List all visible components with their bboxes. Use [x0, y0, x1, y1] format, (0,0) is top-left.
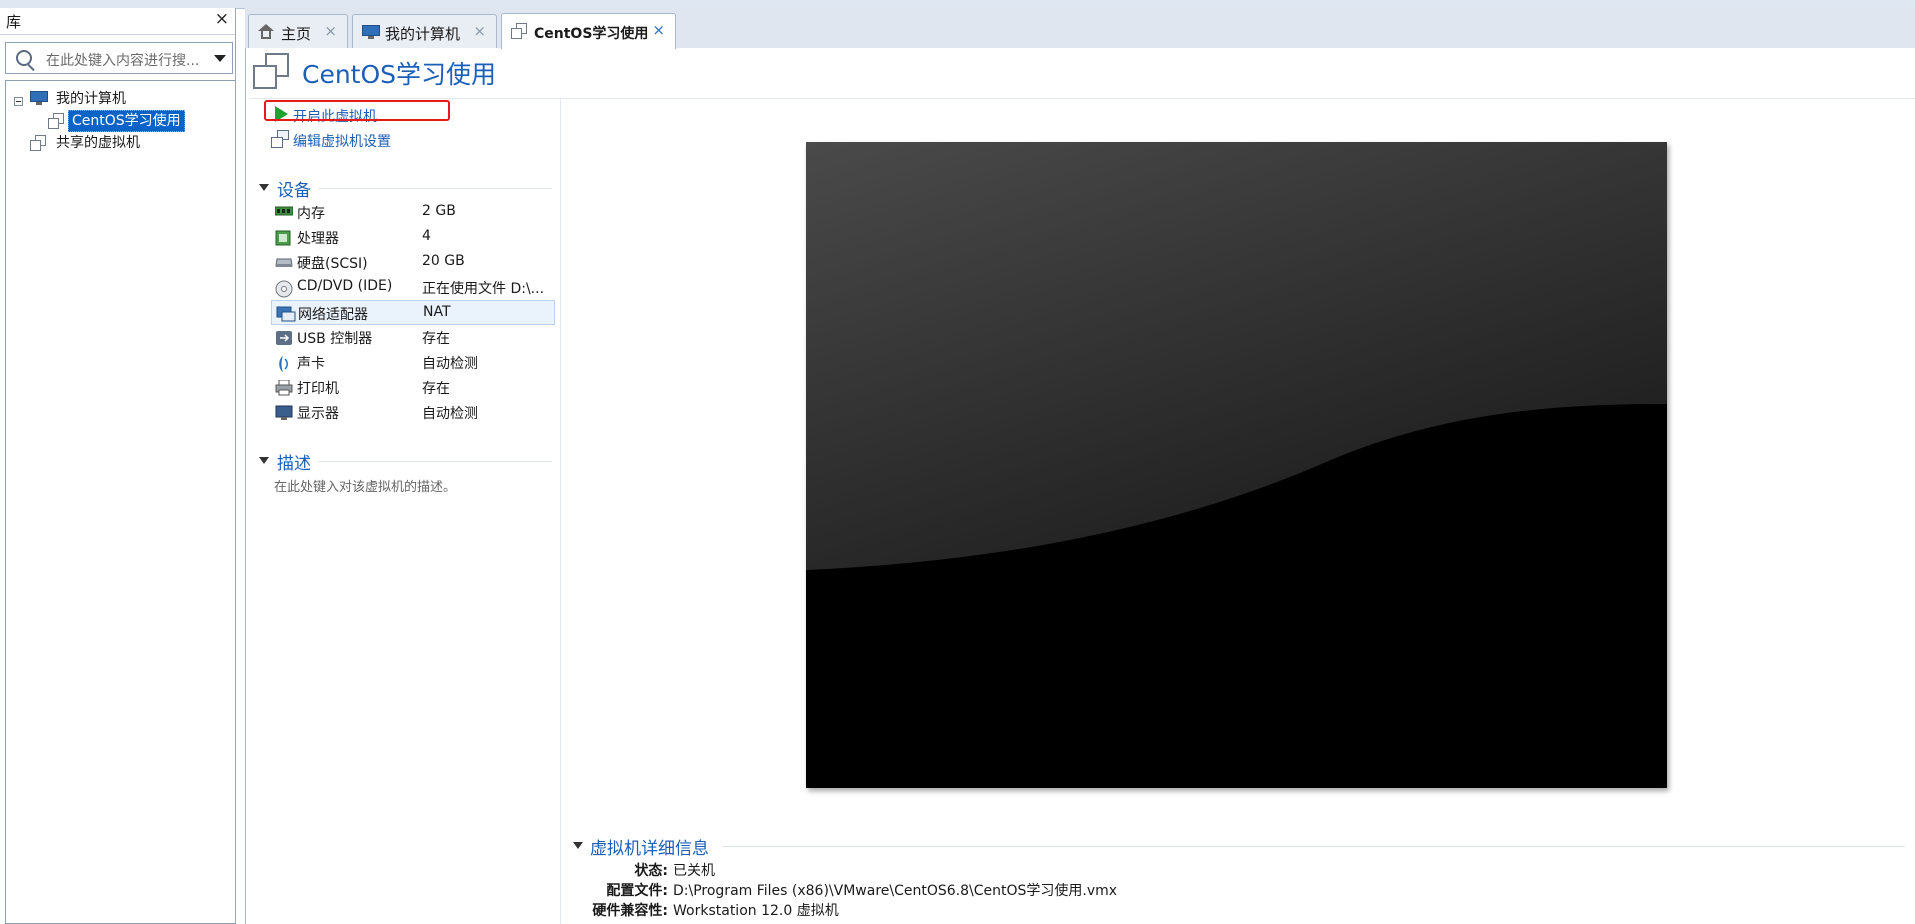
- tab-centos[interactable]: CentOS学习使用 ×: [501, 13, 676, 49]
- device-row-usb[interactable]: USB 控制器 存在: [271, 325, 555, 350]
- device-name: CD/DVD (IDE): [297, 278, 393, 294]
- description-placeholder[interactable]: 在此处键入对该虚拟机的描述。: [274, 476, 456, 495]
- tab-my-computer[interactable]: 我的计算机 ×: [352, 14, 497, 48]
- device-value: 正在使用文件 D:\...: [422, 281, 545, 297]
- edit-settings-icon: [271, 130, 289, 148]
- memory-icon: [274, 205, 294, 219]
- device-name: 内存: [297, 206, 325, 222]
- printer-icon: [275, 379, 293, 396]
- cdrom-icon: [275, 280, 293, 298]
- tree-label-my-computer: 我的计算机: [56, 91, 126, 107]
- tab-bar: 主页 × 我的计算机 × CentOS学习使用 ×: [245, 8, 1915, 49]
- device-row-display[interactable]: 显示器 自动检测: [271, 400, 555, 425]
- device-value: 自动检测: [422, 406, 478, 422]
- device-row-memory[interactable]: 内存 2 GB: [271, 200, 555, 225]
- library-search-placeholder: 在此处键入内容进行搜...: [46, 53, 200, 69]
- details-section-line: [722, 846, 1905, 847]
- device-value: NAT: [423, 304, 451, 320]
- device-value: 4: [422, 228, 431, 244]
- device-row-printer[interactable]: 打印机 存在: [271, 375, 555, 400]
- library-title: 库: [6, 13, 22, 31]
- tab-my-computer-label: 我的计算机: [385, 25, 461, 43]
- description-collapse-icon[interactable]: [259, 457, 269, 464]
- device-row-sound[interactable]: 声卡 自动检测: [271, 350, 555, 375]
- device-value: 20 GB: [422, 253, 465, 269]
- library-panel: 库 × 在此处键入内容进行搜... 我的计算机 CentOS学习使用 共享的虚拟…: [0, 8, 236, 924]
- detail-value-state: 已关机: [673, 863, 715, 879]
- page-title: CentOS学习使用: [302, 60, 497, 89]
- device-name: 声卡: [297, 356, 325, 372]
- usb-icon: [275, 330, 292, 345]
- description-section-line: [318, 461, 552, 462]
- sound-icon: [275, 355, 291, 372]
- processor-icon: [275, 230, 291, 246]
- tree-item-my-computer[interactable]: 我的计算机: [6, 89, 226, 109]
- description-section-title[interactable]: 描述: [277, 449, 311, 474]
- home-icon: [258, 24, 274, 39]
- network-icon: [276, 306, 296, 322]
- device-name: USB 控制器: [297, 331, 373, 347]
- search-icon: [16, 50, 32, 66]
- tree-item-shared-vms[interactable]: 共享的虚拟机: [6, 133, 226, 153]
- details-collapse-icon[interactable]: [573, 842, 583, 849]
- vm-icon: [48, 113, 64, 129]
- library-close-icon[interactable]: ×: [215, 9, 229, 29]
- device-name: 处理器: [297, 231, 339, 247]
- devices-collapse-icon[interactable]: [259, 184, 269, 191]
- column-divider: [560, 99, 561, 924]
- shared-vm-icon: [30, 135, 46, 151]
- device-name: 显示器: [297, 406, 339, 422]
- tab-home-label: 主页: [281, 25, 312, 43]
- detail-label-config: 配置文件:: [606, 883, 668, 899]
- vm-preview-screen[interactable]: [806, 142, 1667, 788]
- annotation-highlight-box: [264, 100, 450, 121]
- detail-label-state: 状态:: [634, 863, 668, 879]
- device-name: 打印机: [297, 381, 339, 397]
- device-name: 硬盘(SCSI): [297, 256, 368, 272]
- library-tree: 我的计算机 CentOS学习使用 共享的虚拟机: [5, 80, 235, 924]
- display-icon: [275, 405, 293, 420]
- tab-centos-close-icon[interactable]: ×: [652, 21, 665, 39]
- device-row-cdrom[interactable]: CD/DVD (IDE) 正在使用文件 D:\...: [271, 275, 555, 300]
- device-value: 自动检测: [422, 356, 478, 372]
- device-value: 2 GB: [422, 203, 456, 219]
- device-row-network[interactable]: 网络适配器 NAT: [271, 300, 555, 325]
- harddisk-icon: [275, 255, 293, 269]
- detail-value-compat: Workstation 12.0 虚拟机: [673, 903, 839, 919]
- detail-value-config: D:\Program Files (x86)\VMware\CentOS6.8\…: [673, 883, 1118, 899]
- library-header: 库 ×: [0, 8, 235, 35]
- header-divider: [250, 98, 1915, 99]
- detail-label-compat: 硬件兼容性:: [592, 903, 668, 919]
- library-search-input[interactable]: 在此处键入内容进行搜...: [5, 42, 233, 74]
- tab-home[interactable]: 主页 ×: [248, 14, 348, 48]
- tree-collapse-icon[interactable]: [14, 97, 23, 106]
- vm-large-icon: [253, 53, 291, 91]
- devices-section-title[interactable]: 设备: [277, 176, 311, 201]
- tab-home-close-icon[interactable]: ×: [324, 22, 337, 40]
- vm-icon: [511, 23, 527, 39]
- search-dropdown-icon[interactable]: [214, 55, 226, 62]
- devices-section-line: [318, 188, 552, 189]
- edit-settings-link[interactable]: 编辑虚拟机设置: [293, 131, 391, 151]
- device-name: 网络适配器: [298, 307, 368, 323]
- device-row-harddisk[interactable]: 硬盘(SCSI) 20 GB: [271, 250, 555, 275]
- tab-my-computer-close-icon[interactable]: ×: [473, 22, 486, 40]
- tree-label-vm: CentOS学习使用: [68, 110, 185, 132]
- device-value: 存在: [422, 331, 450, 347]
- tree-label-shared: 共享的虚拟机: [56, 135, 140, 151]
- tree-item-vm[interactable]: CentOS学习使用: [6, 110, 226, 132]
- device-row-processor[interactable]: 处理器 4: [271, 225, 555, 250]
- computer-icon: [30, 91, 48, 105]
- computer-icon: [362, 25, 380, 39]
- tab-centos-label: CentOS学习使用: [534, 26, 649, 42]
- details-section-title[interactable]: 虚拟机详细信息: [590, 834, 709, 859]
- device-value: 存在: [422, 381, 450, 397]
